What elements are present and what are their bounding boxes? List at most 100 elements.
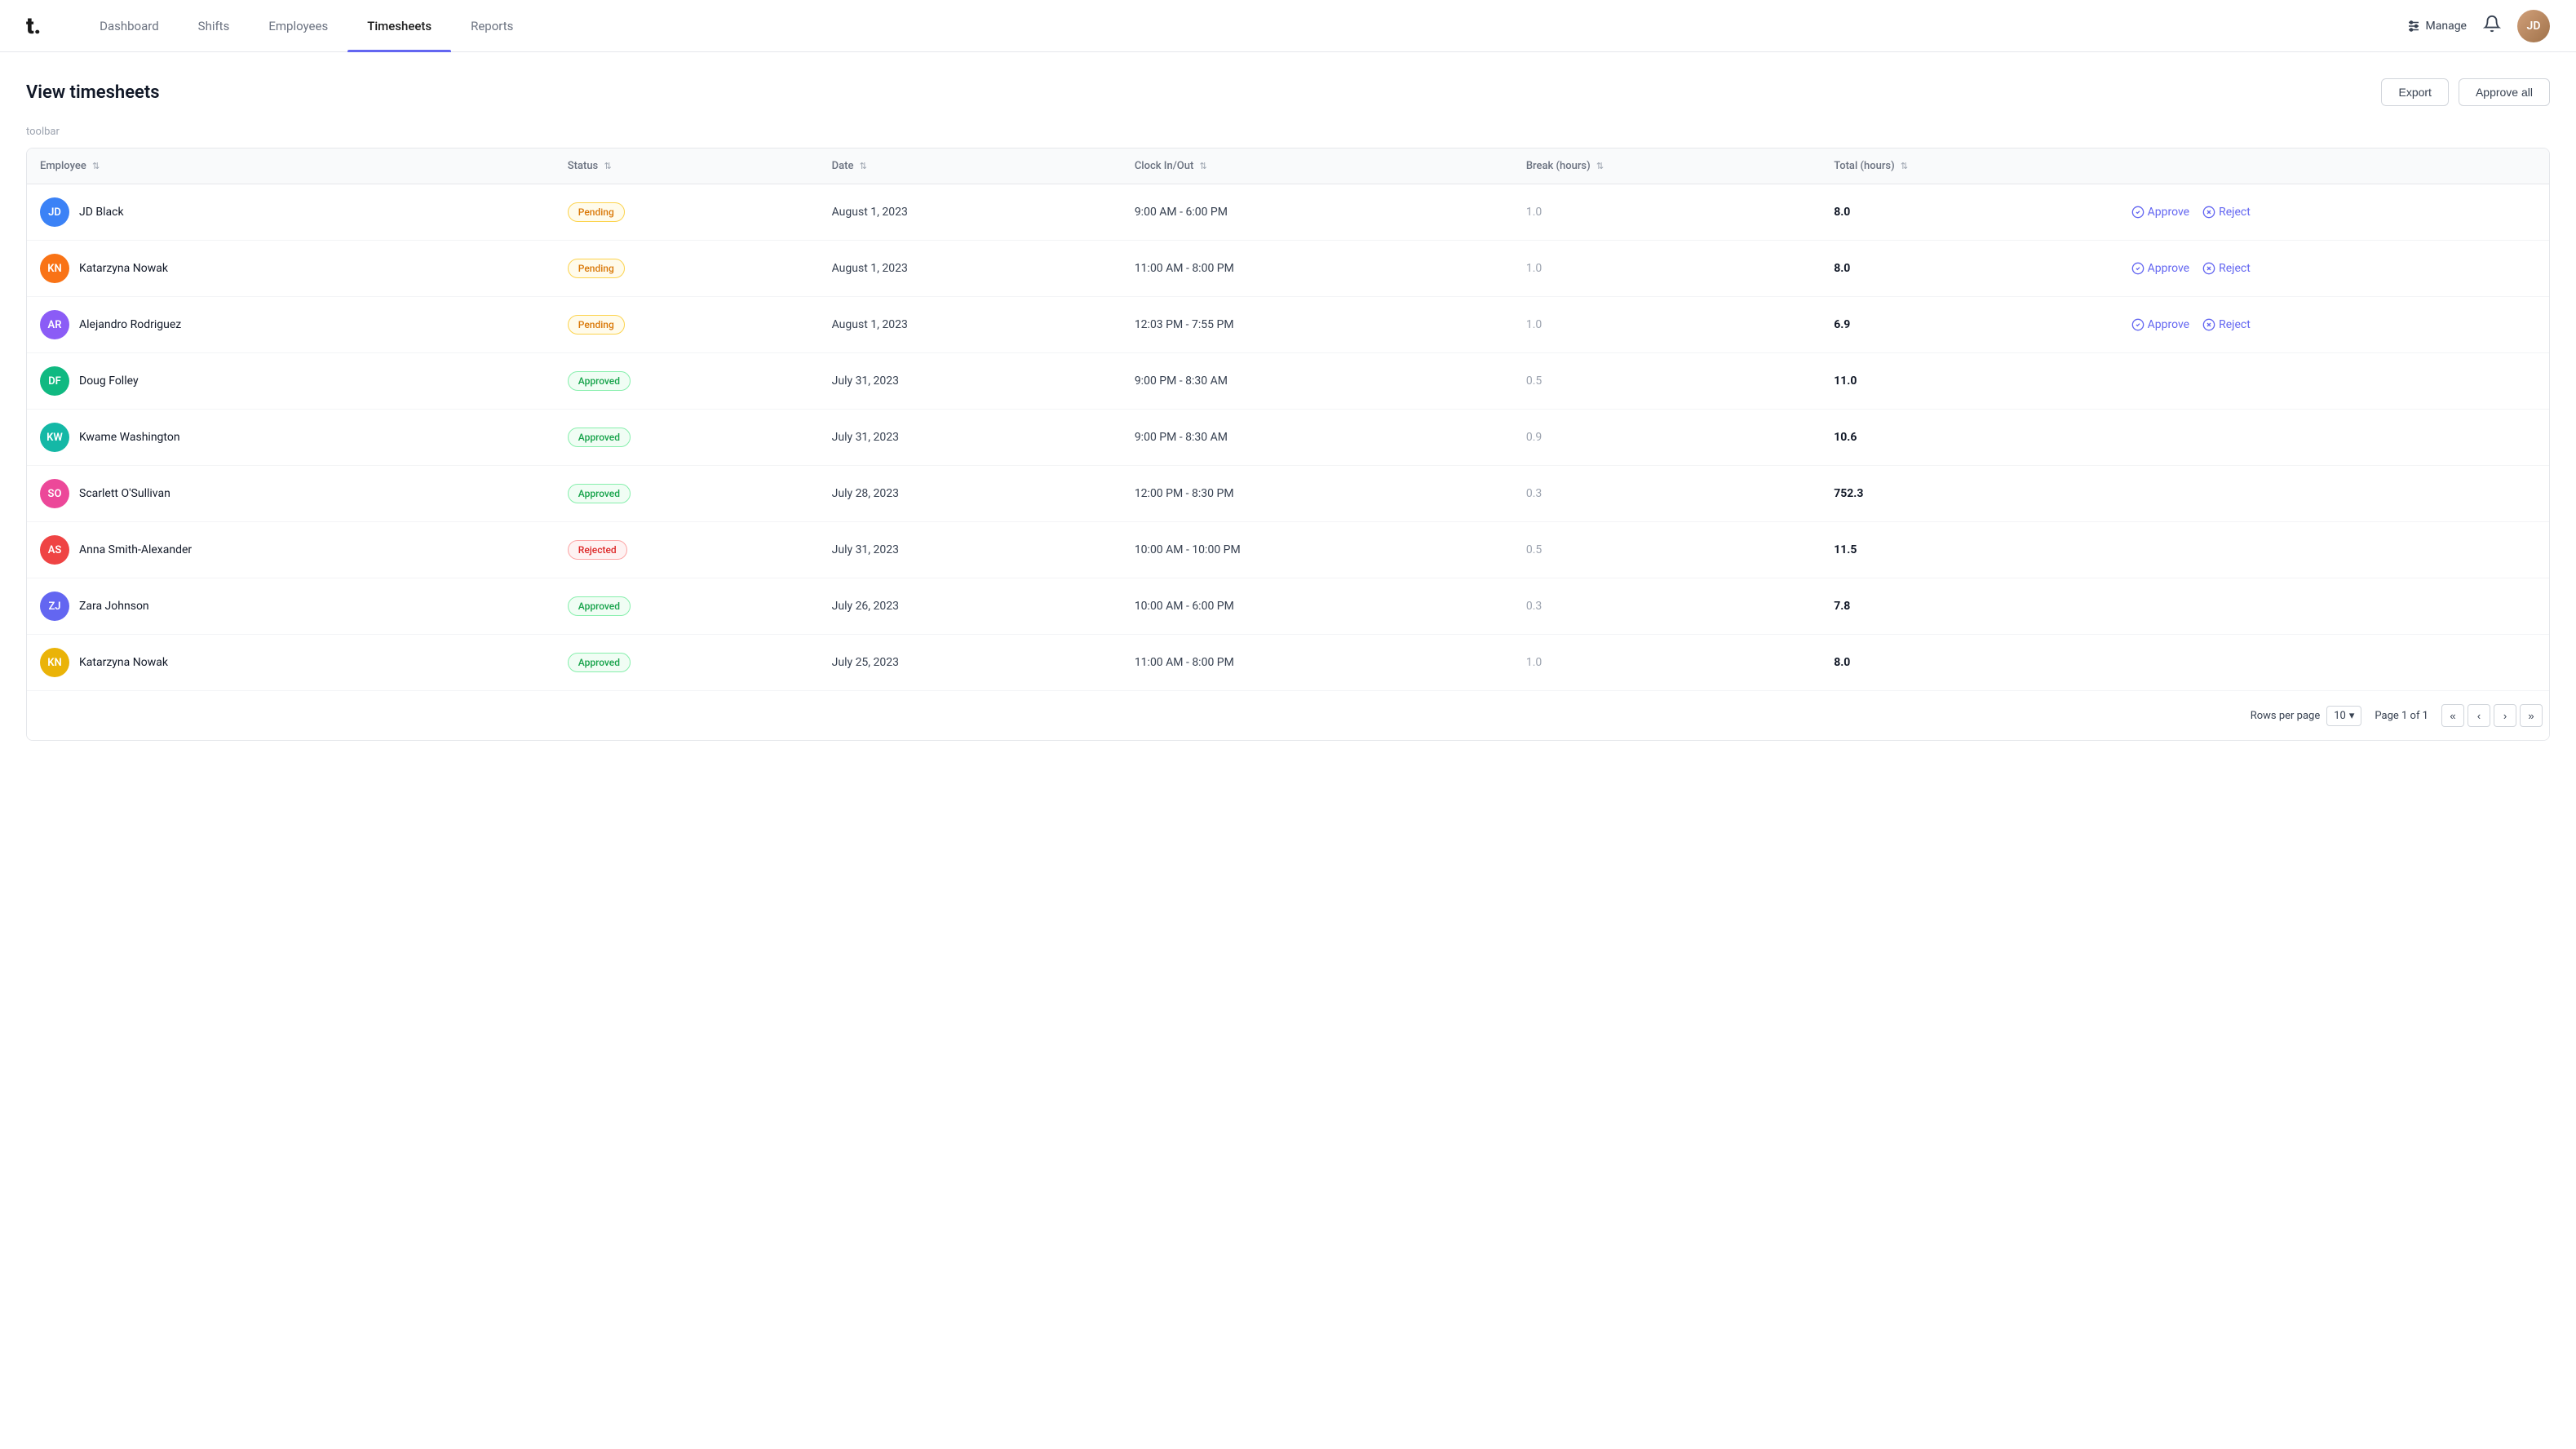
row-actions: Approve Reject	[2131, 206, 2536, 219]
manage-button[interactable]: Manage	[2406, 19, 2467, 33]
rows-per-page: Rows per page 10 ▾	[2251, 706, 2362, 726]
cell-break: 1.0	[1513, 297, 1821, 353]
cell-total: 752.3	[1821, 466, 2118, 522]
cell-status: Rejected	[555, 522, 819, 578]
nav-item-shifts[interactable]: Shifts	[179, 0, 250, 52]
col-clock[interactable]: Clock In/Out ⇅	[1122, 148, 1513, 184]
cell-clock: 12:03 PM - 7:55 PM	[1122, 297, 1513, 353]
status-badge: Approved	[568, 596, 631, 616]
status-badge: Approved	[568, 653, 631, 672]
page-first-button[interactable]: «	[2441, 704, 2464, 727]
nav-right: Manage JD	[2406, 10, 2550, 42]
rows-per-page-select[interactable]: 10 ▾	[2326, 706, 2361, 726]
nav-item-reports[interactable]: Reports	[451, 0, 533, 52]
export-button[interactable]: Export	[2381, 78, 2448, 106]
col-date[interactable]: Date ⇅	[819, 148, 1122, 184]
header-actions: Export Approve all	[2381, 78, 2550, 106]
sort-employee-icon: ⇅	[92, 161, 100, 171]
status-badge: Approved	[568, 428, 631, 447]
employee-name: Kwame Washington	[79, 431, 180, 444]
cell-date: July 26, 2023	[819, 578, 1122, 635]
table-row: KN Katarzyna Nowak Pending August 1, 202…	[27, 241, 2549, 297]
cell-status: Pending	[555, 241, 819, 297]
cell-status: Approved	[555, 353, 819, 410]
logo[interactable]: t.	[26, 12, 41, 39]
approve-button[interactable]: Approve	[2131, 318, 2189, 331]
col-break[interactable]: Break (hours) ⇅	[1513, 148, 1821, 184]
employee-name: JD Black	[79, 206, 124, 219]
cell-clock: 9:00 PM - 8:30 AM	[1122, 353, 1513, 410]
cell-employee: ZJ Zara Johnson	[27, 578, 555, 635]
toolbar-label: toolbar	[26, 126, 2550, 138]
cell-employee: KW Kwame Washington	[27, 410, 555, 466]
approve-button[interactable]: Approve	[2131, 206, 2189, 219]
timesheets-table: Employee ⇅ Status ⇅ Date ⇅ Clock In/Out …	[26, 148, 2550, 741]
employee-avatar: KW	[40, 423, 69, 452]
cell-actions: Approve Reject	[2118, 297, 2549, 353]
rows-per-page-label: Rows per page	[2251, 710, 2321, 722]
navbar: t. Dashboard Shifts Employees Timesheets…	[0, 0, 2576, 52]
cell-clock: 10:00 AM - 6:00 PM	[1122, 578, 1513, 635]
nav-item-timesheets[interactable]: Timesheets	[347, 0, 451, 52]
table-row: AR Alejandro Rodriguez Pending August 1,…	[27, 297, 2549, 353]
cell-break: 0.3	[1513, 578, 1821, 635]
manage-label: Manage	[2426, 20, 2467, 33]
cell-date: August 1, 2023	[819, 297, 1122, 353]
cell-date: July 31, 2023	[819, 353, 1122, 410]
cell-employee: AR Alejandro Rodriguez	[27, 297, 555, 353]
status-badge: Approved	[568, 484, 631, 503]
cell-total: 6.9	[1821, 297, 2118, 353]
chevron-down-icon: ▾	[2349, 710, 2355, 722]
page-title: View timesheets	[26, 82, 160, 103]
table-row: AS Anna Smith-Alexander Rejected July 31…	[27, 522, 2549, 578]
cell-date: August 1, 2023	[819, 184, 1122, 241]
cell-date: July 25, 2023	[819, 635, 1122, 691]
employee-name: Zara Johnson	[79, 600, 149, 613]
user-avatar[interactable]: JD	[2517, 10, 2550, 42]
employee-avatar: KN	[40, 254, 69, 283]
nav-item-dashboard[interactable]: Dashboard	[80, 0, 179, 52]
cell-status: Approved	[555, 466, 819, 522]
reject-button[interactable]: Reject	[2202, 206, 2251, 219]
table-row: DF Doug Folley Approved July 31, 2023 9:…	[27, 353, 2549, 410]
employee-name: Doug Folley	[79, 374, 139, 388]
reject-label: Reject	[2219, 318, 2251, 331]
bell-icon	[2483, 15, 2501, 33]
approve-button[interactable]: Approve	[2131, 262, 2189, 275]
table-header-row: Employee ⇅ Status ⇅ Date ⇅ Clock In/Out …	[27, 148, 2549, 184]
nav-item-employees[interactable]: Employees	[249, 0, 347, 52]
cell-date: July 28, 2023	[819, 466, 1122, 522]
cell-status: Pending	[555, 184, 819, 241]
employee-name: Katarzyna Nowak	[79, 262, 168, 275]
sort-break-icon: ⇅	[1596, 161, 1604, 171]
cell-break: 0.3	[1513, 466, 1821, 522]
table-row: JD JD Black Pending August 1, 2023 9:00 …	[27, 184, 2549, 241]
cell-total: 8.0	[1821, 635, 2118, 691]
cell-employee: KN Katarzyna Nowak	[27, 241, 555, 297]
cell-date: August 1, 2023	[819, 241, 1122, 297]
col-employee[interactable]: Employee ⇅	[27, 148, 555, 184]
col-total[interactable]: Total (hours) ⇅	[1821, 148, 2118, 184]
cell-break: 0.5	[1513, 522, 1821, 578]
cell-total: 11.5	[1821, 522, 2118, 578]
page-next-button[interactable]: ›	[2494, 704, 2516, 727]
table-row: ZJ Zara Johnson Approved July 26, 2023 1…	[27, 578, 2549, 635]
approve-all-button[interactable]: Approve all	[2459, 78, 2550, 106]
reject-button[interactable]: Reject	[2202, 262, 2251, 275]
notification-bell[interactable]	[2483, 15, 2501, 37]
pagination-bar: Rows per page 10 ▾ Page 1 of 1 « ‹ › »	[27, 690, 2549, 740]
status-badge: Pending	[568, 202, 625, 222]
cell-employee: KN Katarzyna Nowak	[27, 635, 555, 691]
page-last-button[interactable]: »	[2520, 704, 2543, 727]
reject-label: Reject	[2219, 206, 2251, 219]
cell-actions: Approve Reject	[2118, 184, 2549, 241]
approve-label: Approve	[2148, 318, 2189, 331]
cell-employee: JD JD Black	[27, 184, 555, 241]
page-prev-button[interactable]: ‹	[2468, 704, 2490, 727]
approve-label: Approve	[2148, 262, 2189, 275]
cell-clock: 9:00 AM - 6:00 PM	[1122, 184, 1513, 241]
page-info: Page 1 of 1	[2375, 710, 2428, 722]
reject-button[interactable]: Reject	[2202, 318, 2251, 331]
col-actions	[2118, 148, 2549, 184]
col-status[interactable]: Status ⇅	[555, 148, 819, 184]
